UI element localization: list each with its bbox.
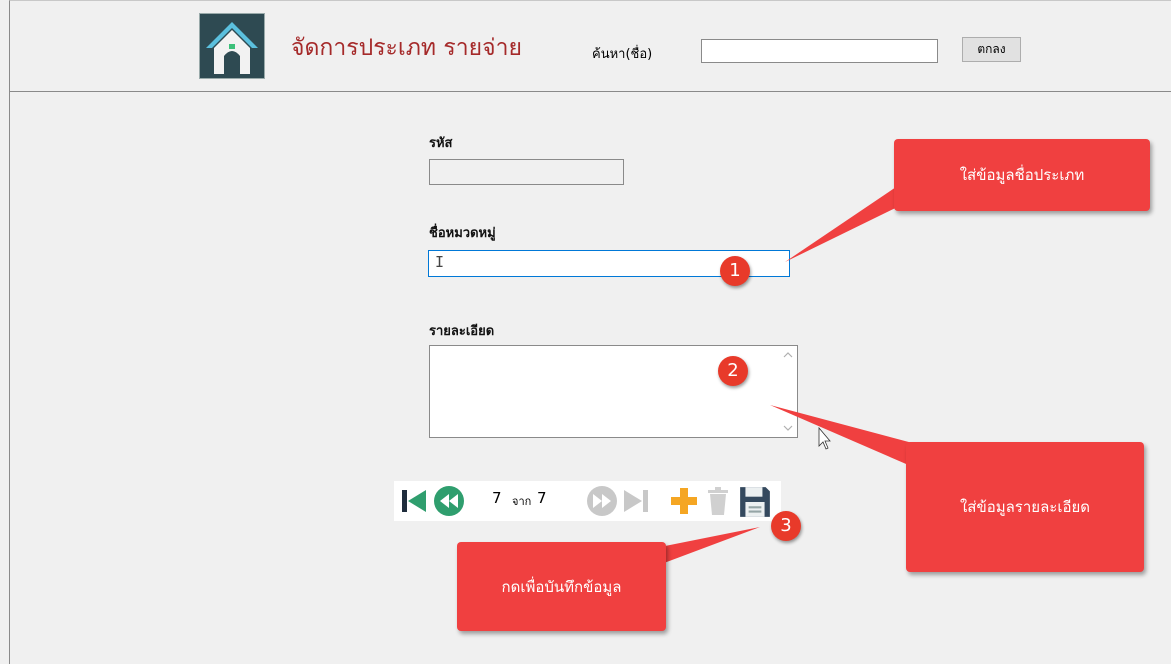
detail-scrollbar[interactable] bbox=[779, 346, 797, 437]
current-record-number: 7 bbox=[492, 489, 502, 507]
mouse-cursor-icon bbox=[818, 426, 831, 450]
first-record-icon[interactable] bbox=[398, 485, 430, 521]
total-record-count: 7 bbox=[537, 489, 547, 507]
previous-record-icon[interactable] bbox=[433, 485, 465, 521]
callout-detail-hint: ใส่ข้อมูลรายละเอียด bbox=[906, 442, 1144, 572]
code-label: รหัส bbox=[429, 136, 453, 151]
step-badge-3: 3 bbox=[771, 511, 801, 541]
search-label: ค้นหา(ชื่อ) bbox=[592, 47, 653, 62]
code-field[interactable] bbox=[429, 159, 624, 185]
detail-label: รายละเอียด bbox=[429, 324, 495, 339]
callout-name-hint: ใส่ข้อมูลชื่อประเภท bbox=[894, 139, 1150, 211]
add-record-icon[interactable] bbox=[668, 485, 700, 521]
save-record-icon[interactable] bbox=[738, 485, 772, 523]
next-record-icon[interactable] bbox=[586, 485, 618, 521]
home-logo-icon bbox=[199, 13, 265, 79]
step-badge-2: 2 bbox=[718, 356, 748, 386]
ok-button[interactable]: ตกลง bbox=[962, 37, 1021, 62]
window-border bbox=[9, 92, 10, 664]
step-badge-1: 1 bbox=[720, 256, 750, 286]
page-title: จัดการประเภท รายจ่าย bbox=[291, 35, 523, 61]
category-name-label: ชื่อหมวดหมู่ bbox=[429, 226, 496, 241]
record-of-label: จาก bbox=[512, 495, 532, 508]
callout-save-hint: กดเพื่อบันทึกข้อมูล bbox=[457, 542, 666, 631]
delete-record-icon[interactable] bbox=[702, 485, 734, 521]
record-navigator: 7 จาก 7 bbox=[394, 481, 781, 521]
search-input[interactable] bbox=[701, 39, 938, 63]
last-record-icon[interactable] bbox=[620, 485, 652, 521]
